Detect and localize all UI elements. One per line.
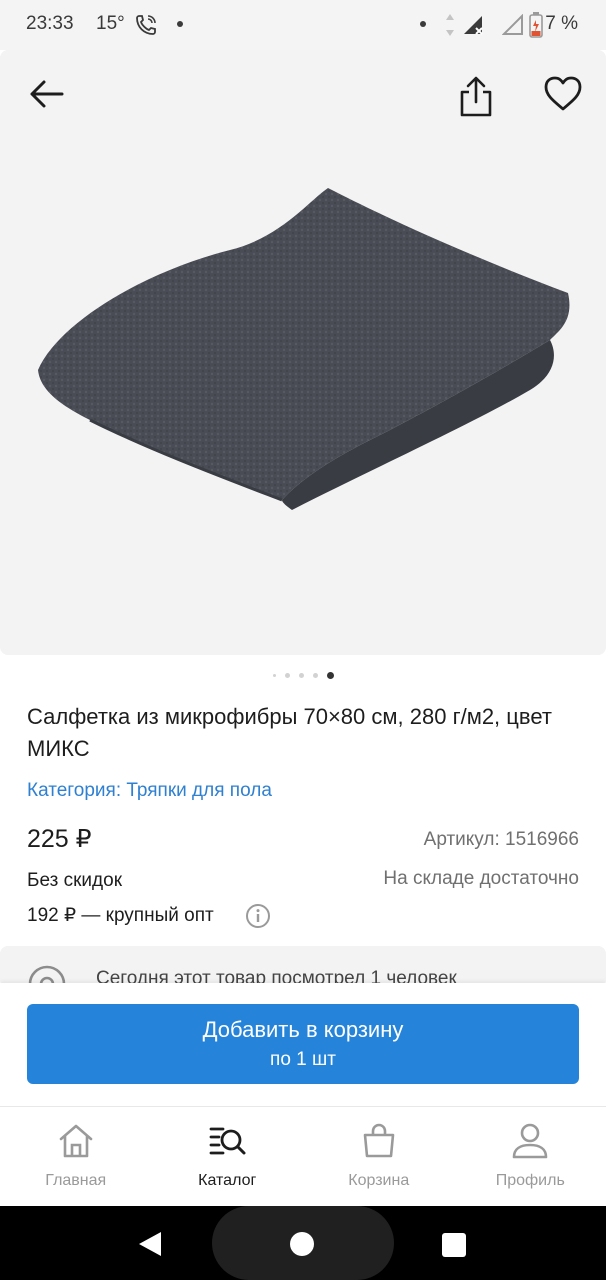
battery-level: 7 % (545, 13, 578, 34)
pagination-dot[interactable] (312, 673, 318, 678)
system-recents-icon[interactable] (441, 1232, 467, 1258)
pagination-dot[interactable] (284, 673, 290, 678)
cart-panel: Добавить в корзину по 1 шт (0, 983, 606, 1106)
nav-label-home: Главная (45, 1172, 107, 1189)
product-image[interactable] (30, 180, 576, 515)
pagination-dot-active[interactable] (326, 672, 334, 679)
add-to-cart-quantity: по 1 шт (270, 1049, 336, 1070)
data-arrows-icon (446, 14, 454, 36)
wifi-call-icon (136, 15, 156, 35)
gallery-pagination (0, 672, 606, 679)
back-button[interactable] (22, 70, 70, 118)
nav-item-cart[interactable]: Корзина (303, 1107, 455, 1206)
pagination-dot[interactable] (298, 673, 304, 678)
add-to-cart-label: Добавить в корзину (202, 1017, 404, 1042)
system-home-icon[interactable] (289, 1231, 315, 1257)
status-bar: 23:33 15° 7 % (0, 0, 606, 50)
system-navigation-bar (0, 1206, 606, 1280)
share-button[interactable] (452, 72, 500, 120)
share-icon (460, 76, 492, 117)
profile-icon (512, 1123, 548, 1159)
notification-dot-icon (420, 21, 426, 27)
nav-label-profile: Профиль (495, 1172, 565, 1189)
nav-label-cart: Корзина (348, 1172, 410, 1189)
discount-status: Без скидок (27, 870, 122, 891)
status-time: 23:33 (26, 13, 74, 34)
nav-item-home[interactable]: Главная (0, 1107, 152, 1206)
pagination-dot[interactable] (272, 674, 276, 677)
viewed-notice: Сегодня этот товар посмотрел 1 человек (0, 946, 606, 988)
nav-label-catalog: Каталог (198, 1172, 257, 1189)
battery-icon (529, 12, 543, 38)
bottom-navigation: Главная Каталог Корзина Профиль (0, 1106, 606, 1206)
bag-icon (363, 1123, 395, 1158)
product-article: Артикул: 1516966 (423, 829, 579, 850)
status-temperature: 15° (96, 13, 125, 34)
heart-icon (544, 76, 582, 111)
home-icon (59, 1124, 93, 1158)
add-to-cart-button[interactable]: Добавить в корзину по 1 шт (27, 1004, 579, 1084)
signal-icon (464, 16, 483, 35)
stock-status: На складе достаточно (383, 868, 579, 889)
signal-empty-icon (502, 14, 523, 35)
info-icon[interactable] (245, 903, 271, 929)
wholesale-price: 192 ₽ — крупный опт (27, 905, 214, 926)
product-title: Салфетка из микрофибры 70×80 см, 280 г/м… (27, 704, 552, 761)
back-arrow-icon (30, 80, 64, 108)
nav-item-profile[interactable]: Профиль (455, 1107, 606, 1206)
catalog-search-icon (209, 1127, 246, 1155)
notification-dot-icon (177, 21, 183, 27)
product-price: 225 ₽ (27, 825, 92, 853)
product-gallery[interactable] (0, 50, 606, 655)
favorite-button[interactable] (539, 70, 587, 118)
system-back-icon[interactable] (137, 1230, 163, 1258)
nav-item-catalog[interactable]: Каталог (152, 1107, 304, 1206)
category-link[interactable]: Категория: Тряпки для пола (27, 780, 272, 802)
